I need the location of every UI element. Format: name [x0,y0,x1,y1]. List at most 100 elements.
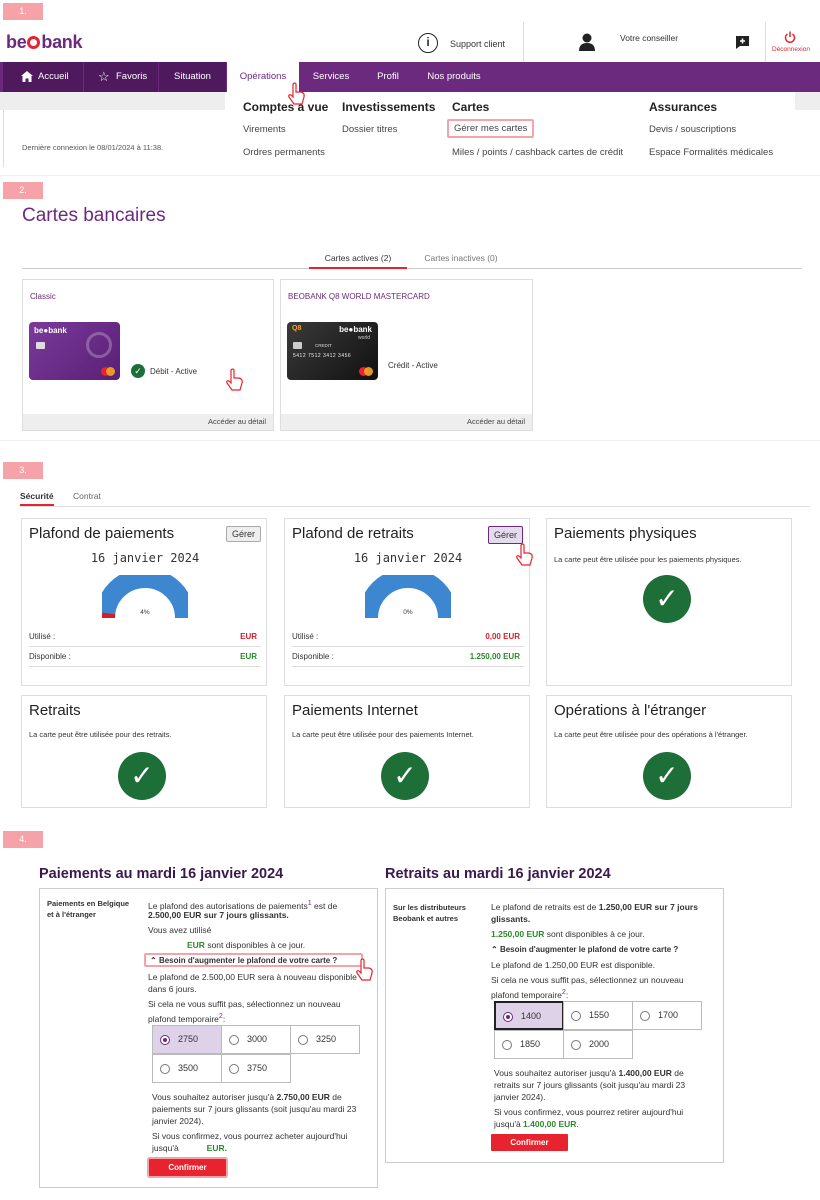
hand-pointer-icon [288,82,305,105]
physical-payments-tile: Paiements physiques La carte peut être u… [546,518,792,686]
card-name: Classic [30,292,56,301]
increase-limit-toggle[interactable]: ⌃ Besoin d'augmenter le plafond de votre… [144,953,363,967]
card-status: Débit - Active [150,367,198,376]
wd-summary-4: Si vous confirmez, vous pourrez retirer … [494,1107,684,1117]
pay-line6: dans 6 jours. [148,984,197,994]
mega-link-dossier[interactable]: Dossier titres [342,124,397,135]
manage-payments-button[interactable]: Gérer [226,526,262,542]
support-link[interactable]: Support client [450,39,505,49]
tabs-rule [20,506,810,507]
step-label-3: 3. [3,462,43,479]
nav-accueil[interactable]: Accueil [3,62,83,92]
step-label-4: 4. [3,831,43,848]
logout-link[interactable]: Déconnexion [772,46,810,53]
pay-line4: EUR sont disponibles à ce jour. [187,940,306,950]
available-row: Disponible : EUR [29,647,261,667]
pay-option-3500[interactable]: 3500 [152,1054,222,1083]
payments-heading: Paiements au mardi 16 janvier 2024 [39,866,284,882]
withdrawal-limit-tile: Plafond de retraits Gérer 16 janvier 202… [284,518,530,686]
withdrawals-tile: Retraits La carte peut être utilisée pou… [21,695,267,808]
card-tile-classic[interactable]: Classic be●bank ✓ Débit - Active Accéder… [22,279,274,431]
pay-summary-1: Vous souhaitez autoriser jusqu'à 2.750,0… [152,1092,342,1102]
tab-contrat[interactable]: Contrat [73,491,101,501]
mega-link-devis[interactable]: Devis / souscriptions [649,124,736,135]
nav-situation[interactable]: Situation [159,62,226,92]
pay-line2: 2.500,00 EUR sur 7 jours glissants. [148,910,289,920]
step-label-2: 2. [3,182,43,199]
card-name: BEOBANK Q8 WORLD MASTERCARD [288,292,430,301]
mega-link-miles[interactable]: Miles / points / cashback cartes de créd… [452,147,623,158]
chat-plus-icon[interactable] [735,35,750,50]
wd-summary-1: Vous souhaitez autoriser jusqu'à 1.400,0… [494,1068,684,1078]
tab-inactive-cards[interactable]: Cartes inactives (0) [415,253,507,269]
pay-line8: plafond temporaire2: [148,1012,226,1024]
pay-summary-2: paiements sur 7 jours glissants (soit ju… [152,1104,357,1114]
welcome-panel [3,110,225,167]
mega-head-comptes: Comptes à vue [243,100,329,114]
wd-line5: Si cela ne vous suffit pas, sélectionnez… [491,975,684,985]
wd-option-1850[interactable]: 1850 [494,1030,564,1059]
card-detail-link[interactable]: Accéder au détail [23,414,273,430]
pay-option-2750[interactable]: 2750 [152,1025,222,1054]
confirm-payments-button[interactable]: Confirmer [149,1159,226,1176]
tab-securite[interactable]: Sécurité [20,491,54,506]
mega-head-investissements: Investissements [342,100,436,114]
tile-description: La carte peut être utilisée pour des opé… [554,730,748,739]
mega-link-virements[interactable]: Virements [243,124,286,135]
tile-title: Paiements physiques [554,525,697,542]
mega-head-assurances: Assurances [649,100,718,114]
tabs-rule [22,268,802,269]
limit-date: 16 janvier 2024 [90,551,200,565]
pay-line7: Si cela ne vous suffit pas, sélectionnez… [148,999,341,1009]
mega-link-espace[interactable]: Espace Formalités médicales [649,147,773,158]
tile-title: Plafond de retraits [292,525,414,542]
info-icon[interactable]: i [418,33,438,53]
header-divider [765,22,766,62]
wd-line1: Le plafond de retraits est de 1.250,00 E… [491,902,698,912]
tile-description: La carte peut être utilisée pour des pai… [292,730,474,739]
increase-limit-toggle[interactable]: ⌃ Besoin d'augmenter le plafond de votre… [491,944,678,955]
withdrawals-heading: Retraits au mardi 16 janvier 2024 [385,866,611,882]
nav-services[interactable]: Services [303,62,359,92]
user-icon[interactable] [578,33,596,51]
withdrawals-scope: Sur les distributeurs Beobank et autres [393,903,466,923]
tile-description: La carte peut être utilisée pour les pai… [554,555,742,564]
nav-nos-produits[interactable]: Nos produits [415,62,493,92]
wd-line4: Le plafond de 1.250,00 EUR est disponibl… [491,960,655,970]
pay-option-3250[interactable]: 3250 [290,1025,360,1054]
manage-withdrawals-button[interactable]: Gérer [488,526,524,544]
confirm-withdrawals-button[interactable]: Confirmer [491,1134,568,1151]
gauge-percent: 4% [140,609,150,616]
operations-mega-menu: Comptes à vue Investissements Cartes Ass… [225,92,795,167]
pay-option-3000[interactable]: 3000 [221,1025,291,1054]
wd-option-1550[interactable]: 1550 [563,1001,633,1030]
hand-pointer-icon [356,958,373,981]
last-login: Dernière connexion le 08/01/2024 à 11:38… [22,143,164,152]
pay-summary-5: jusqu'à EUR. [152,1143,227,1153]
card-status: Crédit - Active [388,361,438,370]
pay-line3: Vous avez utilisé [148,925,212,935]
nav-profil[interactable]: Profil [364,62,412,92]
section-separator [0,440,820,441]
mega-link-ordres[interactable]: Ordres permanents [243,147,325,158]
tile-title: Opérations à l'étranger [554,702,707,719]
pay-option-3750[interactable]: 3750 [221,1054,291,1083]
tab-active-cards[interactable]: Cartes actives (2) [309,253,407,269]
nav-favoris[interactable]: ☆ Favoris [84,62,158,92]
main-nav: Accueil ☆ Favoris Situation Opérations S… [0,62,820,92]
beobank-logo[interactable]: be bank [6,32,83,53]
wd-option-1400[interactable]: 1400 [494,1001,564,1030]
gauge-percent: 0% [403,609,413,616]
pay-summary-4: Si vous confirmez, vous pourrez acheter … [152,1131,348,1141]
advisor-link[interactable]: Votre conseiller [620,33,678,43]
wd-option-1700[interactable]: 1700 [632,1001,702,1030]
mega-link-gerer-cartes[interactable]: Gérer mes cartes [447,119,535,138]
wd-summary-3: janvier 2024). [494,1092,546,1102]
wd-option-2000[interactable]: 2000 [563,1030,633,1059]
wd-summary-5: jusqu'à 1.400,00 EUR. [494,1119,579,1129]
chevron-up-icon: ⌃ [491,945,500,954]
tile-title: Retraits [29,702,81,719]
card-detail-link[interactable]: Accéder au détail [281,414,532,430]
power-icon[interactable] [784,31,796,43]
card-tile-q8[interactable]: BEOBANK Q8 WORLD MASTERCARD Q8 be●bank w… [280,279,533,431]
